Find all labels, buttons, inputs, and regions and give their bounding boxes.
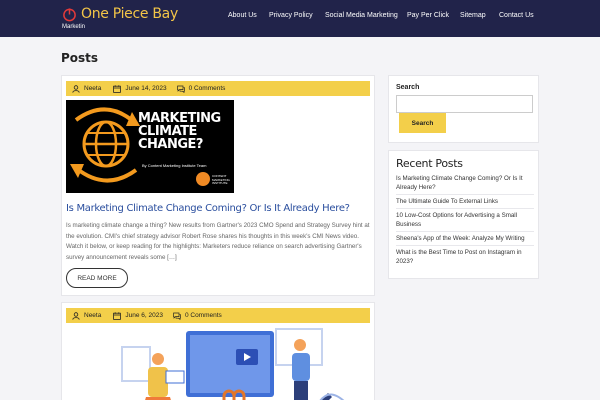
post-comments[interactable]: 0 Comments xyxy=(189,85,226,92)
post-date[interactable]: June 6, 2023 xyxy=(125,312,163,319)
thumb-byline: By Content Marketing Institute Team xyxy=(142,163,207,168)
post-meta: Neeta June 14, 2023 0 Comments xyxy=(66,81,370,96)
post-card: Neeta June 14, 2023 0 Comments MARKETING… xyxy=(61,75,375,296)
nav-privacy-policy[interactable]: Privacy Policy xyxy=(269,12,313,19)
read-more-button[interactable]: READ MORE xyxy=(66,268,128,288)
calendar-icon xyxy=(113,311,122,320)
search-button[interactable]: Search xyxy=(399,113,446,133)
cmi-logo xyxy=(196,172,210,186)
post-author[interactable]: Neeta xyxy=(84,312,101,319)
search-widget: Search Search xyxy=(388,75,539,143)
nav-contact-us[interactable]: Contact Us xyxy=(499,12,534,19)
post-meta: Neeta June 6, 2023 0 Comments xyxy=(66,308,370,323)
site-tagline: Marketin xyxy=(62,24,86,30)
recent-posts-widget: Recent Posts Is Marketing Climate Change… xyxy=(388,150,539,279)
post-thumbnail[interactable]: MARKETING CLIMATE CHANGE? By Content Mar… xyxy=(66,100,234,193)
search-input[interactable] xyxy=(396,95,533,113)
comments-icon xyxy=(176,85,185,93)
post-author[interactable]: Neeta xyxy=(84,85,101,92)
post-title[interactable]: Is Marketing Climate Change Coming? Or I… xyxy=(66,203,372,214)
recent-post-link[interactable]: Sheena's App of the Week: Analyze My Wri… xyxy=(396,234,534,246)
nav-sitemap[interactable]: Sitemap xyxy=(460,12,486,19)
recent-post-link[interactable]: 10 Low-Cost Options for Advertising a Sm… xyxy=(396,211,534,232)
user-icon xyxy=(72,84,80,93)
recent-posts-list: Is Marketing Climate Change Coming? Or I… xyxy=(396,174,534,270)
comments-icon xyxy=(173,312,181,320)
post-date[interactable]: June 14, 2023 xyxy=(125,85,166,92)
link-building-illustration xyxy=(121,328,345,400)
nav-social-media-marketing[interactable]: Social Media Marketing xyxy=(325,12,398,19)
site-header: One Piece Bay Marketin About Us Privacy … xyxy=(0,0,600,37)
cmi-logo-text: CONTENT MARKETING INSTITUTE xyxy=(212,174,230,185)
nav-about-us[interactable]: About Us xyxy=(228,12,257,19)
recent-posts-title: Recent Posts xyxy=(396,157,463,170)
thumb-headline: MARKETING CLIMATE CHANGE? xyxy=(138,111,221,152)
search-widget-title: Search xyxy=(396,84,420,91)
user-icon xyxy=(72,311,80,320)
post-excerpt: Is marketing climate change a thing? New… xyxy=(66,222,370,261)
nav-pay-per-click[interactable]: Pay Per Click xyxy=(407,12,449,19)
recent-post-link[interactable]: The Ultimate Guide To External Links xyxy=(396,197,534,209)
recent-post-link[interactable]: What is the Best Time to Post on Instagr… xyxy=(396,248,534,268)
recent-post-link[interactable]: Is Marketing Climate Change Coming? Or I… xyxy=(396,174,534,195)
calendar-icon xyxy=(113,84,122,93)
post-comments[interactable]: 0 Comments xyxy=(185,312,222,319)
page-title: Posts xyxy=(61,51,99,65)
main-nav: About Us Privacy Policy Social Media Mar… xyxy=(0,12,600,24)
post-card: Neeta June 6, 2023 0 Comments xyxy=(61,302,375,400)
post-thumbnail[interactable] xyxy=(66,327,372,400)
